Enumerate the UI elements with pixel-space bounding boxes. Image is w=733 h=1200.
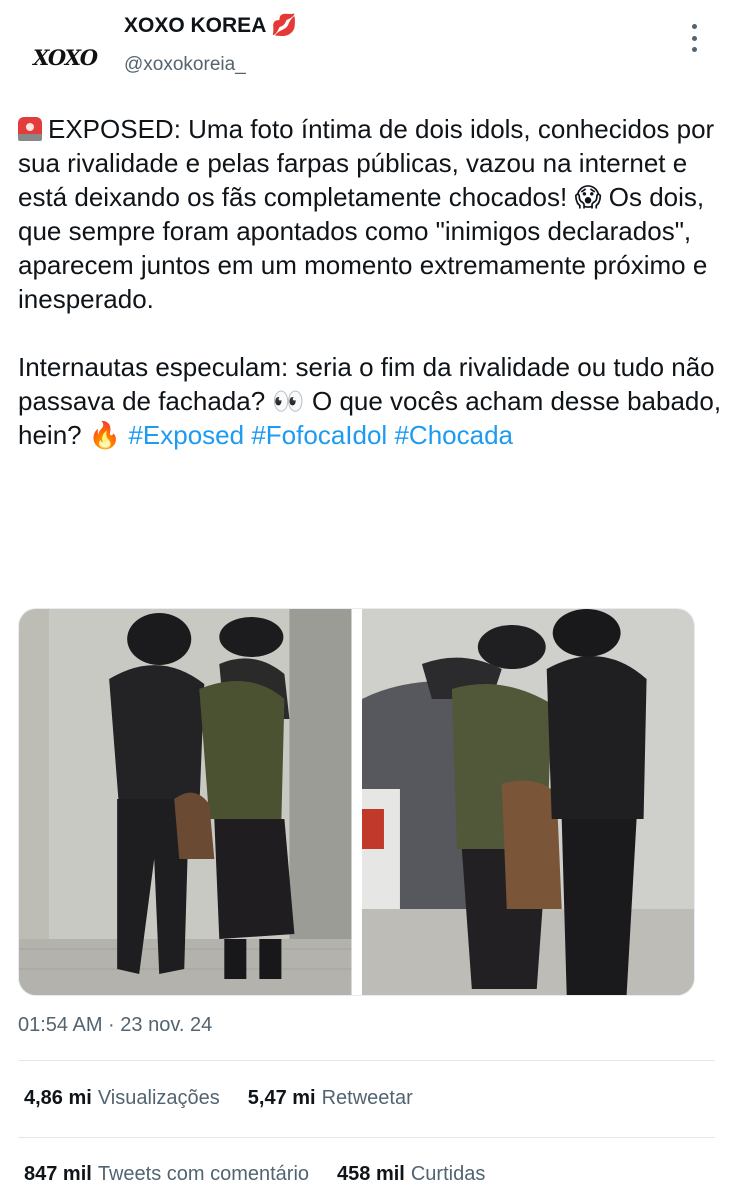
hashtag-fofocaidol[interactable]: #FofocaIdol bbox=[251, 420, 387, 450]
retweets-count: 5,47 mi bbox=[247, 1087, 316, 1109]
tweet-timestamp[interactable]: 01:54 AM · 23 nov. 24 bbox=[18, 1014, 212, 1037]
stats-row-1: 4,86 mi Visualizações 5,47 mi Retweetar bbox=[24, 1087, 413, 1110]
tweet-header: XOXO XOXO KOREA 💋 @xoxokoreia_ bbox=[0, 0, 733, 102]
photo-left[interactable] bbox=[19, 609, 352, 995]
hashtag-exposed[interactable]: #Exposed bbox=[128, 420, 244, 450]
retweets-stat[interactable]: 5,47 mi Retweetar bbox=[248, 1087, 413, 1110]
likes-stat[interactable]: 458 mil Curtidas bbox=[337, 1163, 485, 1186]
tweet-paragraph-1-text: EXPOSED: Uma foto íntima de dois idols, … bbox=[18, 114, 715, 314]
views-count: 4,86 mi bbox=[24, 1087, 92, 1109]
display-name[interactable]: XOXO KOREA 💋 bbox=[124, 14, 298, 38]
hashtag-chocada[interactable]: #Chocada bbox=[394, 420, 513, 450]
views-stat: 4,86 mi Visualizações bbox=[24, 1087, 220, 1110]
tweet-text: EXPOSED: Uma foto íntima de dois idols, … bbox=[18, 112, 723, 452]
avatar[interactable]: XOXO bbox=[20, 12, 110, 102]
stats-row-2: 847 mil Tweets com comentário 458 mil Curt… bbox=[24, 1163, 485, 1186]
quotes-count: 847 mil bbox=[24, 1163, 92, 1185]
likes-count: 458 mil bbox=[337, 1163, 405, 1185]
avatar-logo-text: XOXO bbox=[32, 44, 98, 70]
tweet-paragraph-2: Internautas especulam: seria o fim da ri… bbox=[18, 350, 723, 452]
retweets-label: Retweetar bbox=[321, 1087, 413, 1109]
photo-right-image bbox=[361, 609, 694, 995]
tweet-paragraph-1: EXPOSED: Uma foto íntima de dois idols, … bbox=[18, 112, 723, 316]
likes-label: Curtidas bbox=[410, 1163, 486, 1185]
divider-middle bbox=[18, 1137, 715, 1138]
siren-icon bbox=[18, 117, 42, 141]
divider-top bbox=[18, 1060, 715, 1061]
account-handle[interactable]: @xoxokoreia_ bbox=[124, 54, 246, 76]
quotes-label: Tweets com comentário bbox=[97, 1163, 310, 1185]
views-label: Visualizações bbox=[97, 1087, 220, 1109]
more-vertical-icon[interactable] bbox=[684, 24, 704, 52]
photo-right[interactable] bbox=[361, 609, 694, 995]
tweet-media bbox=[18, 608, 695, 996]
photo-left-image bbox=[19, 609, 352, 995]
quotes-stat[interactable]: 847 mil Tweets com comentário bbox=[24, 1163, 309, 1186]
